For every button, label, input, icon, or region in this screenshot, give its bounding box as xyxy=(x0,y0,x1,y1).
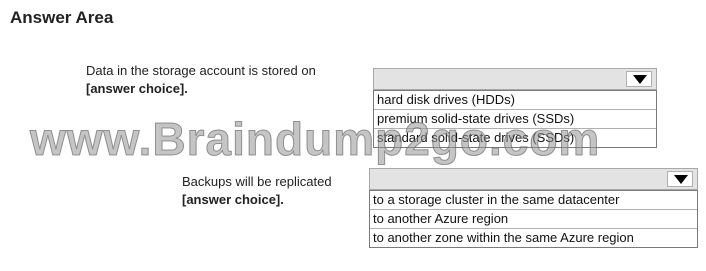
question-1: Data in the storage account is stored on… xyxy=(86,62,316,98)
triangle-down-icon xyxy=(633,75,647,84)
triangle-down-icon xyxy=(674,175,688,184)
answer-area-title: Answer Area xyxy=(10,8,114,27)
dropdown-1-options: hard disk drives (HDDs) premium solid-st… xyxy=(373,90,657,148)
question-2-answer-placeholder: [answer choice]. xyxy=(182,192,284,207)
answer-dropdown-2[interactable]: to a storage cluster in the same datacen… xyxy=(369,168,698,248)
dropdown-1-selected[interactable] xyxy=(373,68,657,90)
dropdown-1-option-hdd[interactable]: hard disk drives (HDDs) xyxy=(374,90,656,109)
dropdown-2-options: to a storage cluster in the same datacen… xyxy=(369,190,698,248)
dropdown-1-toggle[interactable] xyxy=(626,71,652,87)
question-1-answer-placeholder: [answer choice]. xyxy=(86,81,188,96)
dropdown-2-selected[interactable] xyxy=(369,168,698,190)
answer-dropdown-1[interactable]: hard disk drives (HDDs) premium solid-st… xyxy=(373,68,657,148)
question-2: Backups will be replicated [answer choic… xyxy=(182,173,332,209)
dropdown-1-option-premium-ssd[interactable]: premium solid-state drives (SSDs) xyxy=(374,109,656,128)
dropdown-1-option-standard-ssd[interactable]: standard solid-state drives (SSDs) xyxy=(374,128,656,147)
question-2-prompt: Backups will be replicated xyxy=(182,174,332,189)
dropdown-2-option-same-datacenter[interactable]: to a storage cluster in the same datacen… xyxy=(370,190,697,209)
dropdown-2-option-another-zone[interactable]: to another zone within the same Azure re… xyxy=(370,228,697,247)
dropdown-2-toggle[interactable] xyxy=(667,171,693,187)
question-1-prompt: Data in the storage account is stored on xyxy=(86,63,316,78)
dropdown-2-option-another-region[interactable]: to another Azure region xyxy=(370,209,697,228)
